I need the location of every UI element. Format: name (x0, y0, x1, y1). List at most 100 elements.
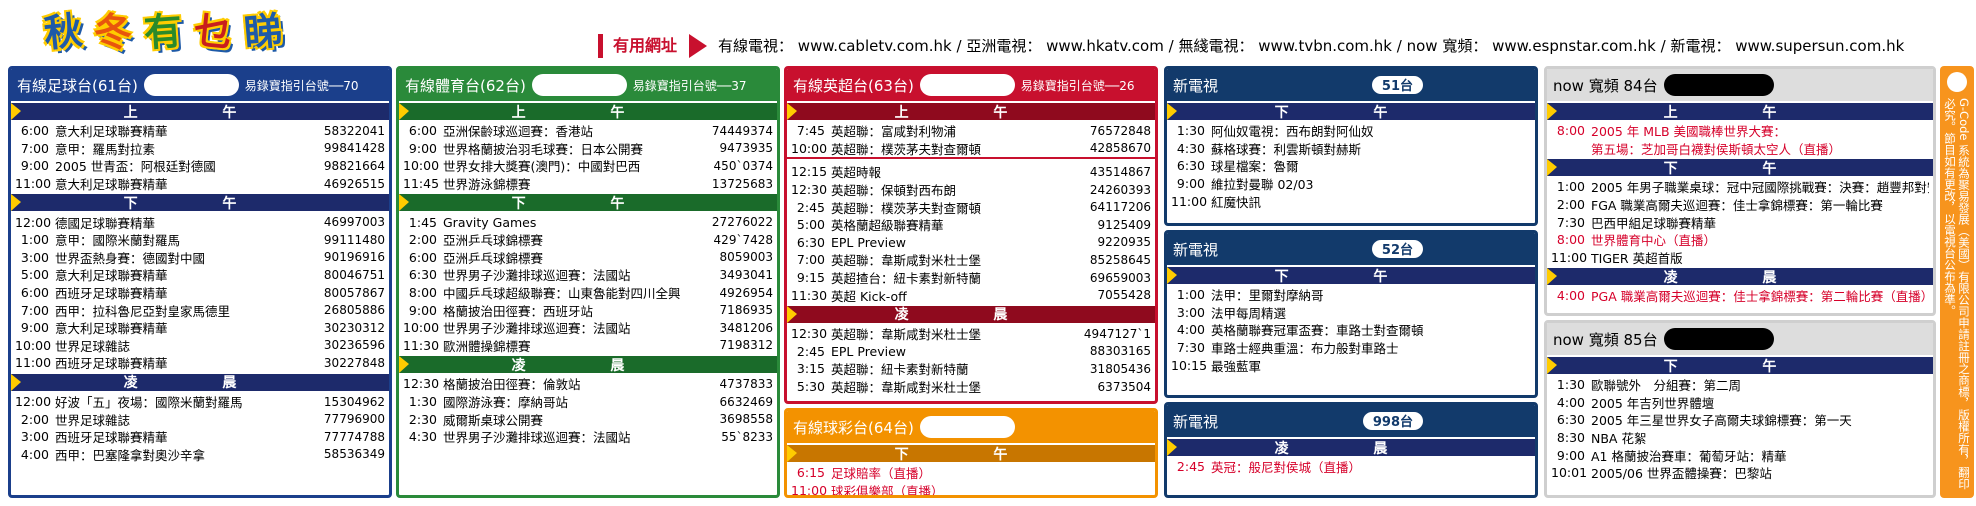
logo-char: 秋 (41, 8, 85, 56)
program-row: 12:30 格蘭披治田徑賽：倫敦站 4737833 (399, 375, 777, 393)
program-title: 英超聯：保頓對西布朗 (831, 183, 957, 199)
url-link[interactable]: www.tvbn.com.hk (1258, 37, 1392, 55)
program-title: 英超聯：樸茨茅夫對查爾頓 (831, 200, 982, 216)
program-time: 2:45 (796, 199, 825, 215)
program-time: 6:30 (1176, 158, 1205, 174)
program-row: 9:00 維拉對曼聯 02/03 (1167, 175, 1535, 193)
program-title: 意甲：國際米蘭對羅馬 (55, 233, 181, 249)
gcode-pill (143, 74, 239, 96)
program-time: 11:00 (1551, 249, 1588, 265)
program-title: 英超聯：紐卡素對新特蘭 (831, 362, 969, 378)
time-section-header: 凌 晨 (11, 373, 389, 391)
program-time: 7:30 (1556, 214, 1585, 230)
program-title: 意甲：羅馬對拉素 (55, 141, 156, 157)
program-time: 10:15 (1171, 357, 1208, 373)
channel-panel-cable-football: 有線足球台(61台) 易錄寶指引台號──70 上 午 6:00 意大利足球聯賽精華 5… (8, 66, 392, 498)
channel-badge: 52台 (1369, 238, 1425, 260)
channel-panel-cable-lottery: 有線球彩台(64台) 下 午 6:15 足球賠率（直播） 11:00 球彩俱樂部（直播） (784, 408, 1158, 498)
program-time: 6:00 (20, 285, 49, 301)
program-time: 6:30 (408, 267, 437, 283)
panel-header: 新電視 52台 (1167, 233, 1535, 265)
logo-char: 睇 (242, 8, 284, 56)
program-title: 世界男子沙灘排球巡迴賽：法國站 (443, 321, 631, 337)
logo-char: 有 (142, 8, 184, 56)
program-time: 12:30 (791, 182, 828, 198)
program-row: 6:00 亞洲保齡球巡迴賽：香港站 74449374 (399, 122, 777, 140)
program-title: 2005 年三星世界女子高爾夫球錦標賽：第一天 (1591, 413, 1852, 429)
url-label: 無綫電視： (1178, 37, 1254, 55)
url-link[interactable]: www.cabletv.com.hk (798, 37, 952, 55)
program-row: 6:15 足球賠率（直播） (787, 464, 1155, 482)
program-row: 7:45 英超聯：富咸對利物浦 76572848 (787, 122, 1155, 140)
program-title: 英超 Kick-off (831, 288, 907, 304)
program-title: 意大利足球聯賽精華 (55, 321, 168, 337)
panel-header: 有線足球台(61台) 易錄寶指引台號──70 (11, 69, 389, 101)
gcode-number: 3481206 (719, 320, 773, 335)
header: 秋 冬 有 乜 睇 有用網址 有線電視： www.cabletv.com.hk … (0, 0, 1976, 62)
gcode-number: 6373504 (1097, 379, 1151, 394)
program-title: 西班牙足球聯賽精華 (55, 430, 168, 446)
url-link[interactable]: www.supersun.com.hk (1735, 37, 1904, 55)
program-row: 2:45 EPL Preview 88303165 (787, 343, 1155, 361)
program-time: 11:00 (791, 482, 828, 498)
time-section-header: 下 午 (1167, 103, 1535, 121)
gcode-number: 9220935 (1097, 235, 1151, 250)
guide-number: 易錄寶指引台號──37 (632, 78, 747, 93)
program-title: 德國足球聯賽精華 (55, 215, 156, 231)
program-row: 4:00 英格蘭聯賽冠軍盃賽：車路士對查爾頓 (1167, 321, 1535, 339)
gcode-number: 3493041 (719, 267, 773, 282)
program-time: 1:45 (408, 214, 437, 230)
program-title: 格蘭披治田徑賽：倫敦站 (443, 377, 581, 393)
program-row: 7:30 巴西甲組足球聯賽精華 (1547, 213, 1933, 231)
program-title: 2005 年 MLB 美國職棒世界大賽： (1591, 124, 1787, 140)
program-title: 西甲：拉科魯尼亞對皇家馬德里 (55, 303, 231, 319)
gcode-number: 9125409 (1097, 217, 1151, 232)
program-row: 1:30 阿仙奴電視：西布朗對阿仙奴 (1167, 122, 1535, 140)
program-time: 3:00 (20, 429, 49, 445)
url-link[interactable]: www.espnstar.com.hk (1492, 37, 1656, 55)
program-time: 9:00 (20, 320, 49, 336)
program-time: 11:30 (791, 287, 828, 303)
panel-body: 下 午 1:30 歐聯號外 分組賽：第二周 4:00 2005 年吉列世界體壇 6:30 2… (1547, 357, 1933, 482)
program-row: 1:45 Gravity Games 27276022 (399, 213, 777, 231)
url-separator: / (1168, 37, 1179, 55)
program-title: 英超時報 (831, 165, 882, 181)
panel-header: 有線體育台(62台) 易錄寶指引台號──37 (399, 69, 777, 101)
program-time: 8:00 (1556, 123, 1585, 139)
side-note: G-Code 系統為聚易發展（美國）有限公司申請註冊之商標，版權所有，翻印必究。… (1940, 66, 1974, 498)
program-title: 國際游泳賽：摩納哥站 (443, 395, 569, 411)
program-title: 2005 年吉列世界體壇 (1591, 395, 1715, 411)
program-time: 6:00 (408, 123, 437, 139)
program-time: 10:00 (791, 140, 828, 156)
program-title: TIGER 英超首版 (1591, 250, 1683, 266)
panel-header: 新電視 51台 (1167, 69, 1535, 101)
program-row: 10:00 英超聯：樸茨茅夫對查爾頓 42858670 (787, 140, 1155, 158)
program-time: 12:30 (791, 326, 828, 342)
program-row: 11:00 球彩俱樂部（直播） (787, 482, 1155, 498)
url-link[interactable]: www.hkatv.com (1046, 37, 1164, 55)
program-title: 世界游泳錦標賽 (443, 177, 531, 193)
program-row: 4:00 西甲：巴塞隆拿對奧沙辛拿 58536349 (11, 446, 389, 464)
channel-panel-newtv-52: 新電視 52台 下 午 1:00 法甲：里爾對摩納哥 3:00 法甲每周精選 4:00 英格… (1164, 230, 1538, 398)
program-title: FGA 職業高爾夫巡迴賽：佳士拿錦標賽：第一輪比賽 (1591, 198, 1883, 214)
program-time: 5:00 (20, 267, 49, 283)
program-time: 4:30 (408, 429, 437, 445)
program-row: 3:00 法甲每周精選 (1167, 304, 1535, 322)
program-time: 12:30 (403, 376, 440, 392)
program-time: 1:00 (1176, 287, 1205, 303)
gcode-number: 74449374 (711, 123, 773, 138)
program-row: 6:00 西班牙足球聯賽精華 80057867 (11, 284, 389, 302)
gcode-number: 9473935 (719, 141, 773, 156)
program-time: 8:00 (408, 285, 437, 301)
program-time: 6:15 (796, 465, 825, 481)
program-row: 12:00 好波「五」夜場：國際米蘭對羅馬 15304962 (11, 393, 389, 411)
program-row: 6:30 世界男子沙灘排球巡迴賽：法國站 3493041 (399, 266, 777, 284)
program-row: 12:30 英超聯：韋斯咸對米杜士堡 4947127`1 (787, 325, 1155, 343)
panel-body: 下 午 6:15 足球賠率（直播） 11:00 球彩俱樂部（直播） (787, 445, 1155, 498)
program-row: 12:15 英超時報 43514867 (787, 163, 1155, 181)
gcode-number: 58322041 (323, 123, 385, 138)
panel-body: 上 午 8:00 2005 年 MLB 美國職棒世界大賽： 第五場：芝加哥白襪對侯斯頓… (1547, 103, 1933, 305)
gcode-number: 30236596 (323, 338, 385, 353)
program-time: 5:00 (796, 217, 825, 233)
panel-header: 有線英超台(63台) 易錄寶指引台號──26 (787, 69, 1155, 101)
